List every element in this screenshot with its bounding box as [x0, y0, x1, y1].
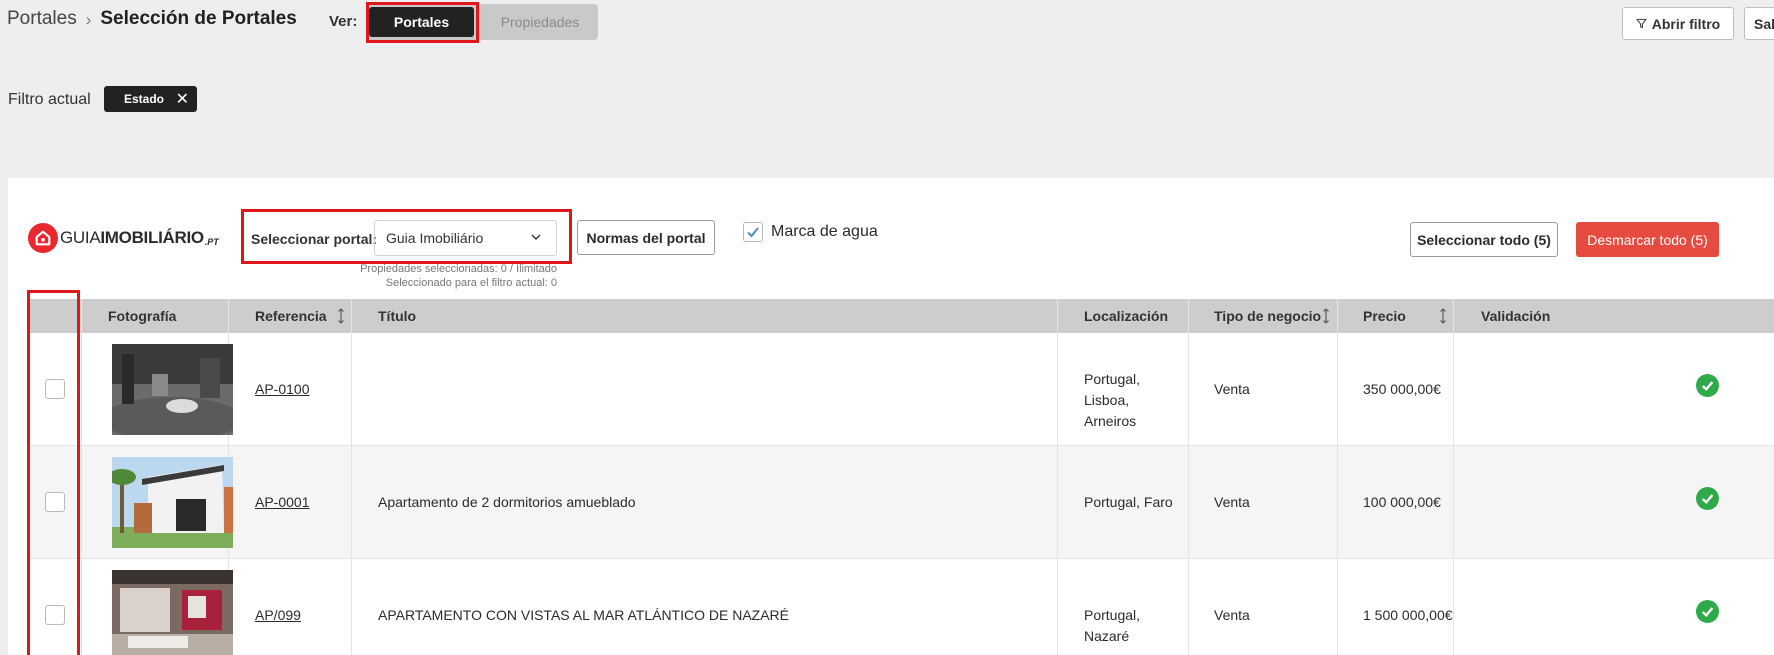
valid-check-icon	[1696, 600, 1719, 623]
valid-check-icon	[1696, 374, 1719, 397]
portal-rules-button[interactable]: Normas del portal	[577, 220, 715, 255]
watermark-label: Marca de agua	[771, 223, 878, 240]
house-icon	[28, 223, 58, 253]
breadcrumb: Portales › Selección de Portales	[7, 8, 297, 30]
sort-icon[interactable]	[1439, 308, 1447, 324]
column-validation: Validación	[1481, 308, 1551, 324]
top-bar: Portales › Selección de Portales Ver: Po…	[0, 0, 1774, 50]
open-filter-label: Abrir filtro	[1651, 15, 1721, 32]
column-price[interactable]: Precio	[1363, 299, 1406, 333]
property-title: APARTAMENTO CON VISTAS AL MAR ATLÁNTICO …	[378, 607, 790, 623]
sort-icon[interactable]	[1322, 308, 1330, 324]
logo-tld: .PT	[204, 237, 219, 247]
property-price: 100 000,00€	[1363, 494, 1441, 510]
view-option-portales[interactable]: Portales	[369, 7, 474, 37]
watermark-checkbox[interactable]	[743, 222, 763, 242]
view-toggle: Portales Propiedades	[367, 4, 598, 40]
property-reference-link[interactable]: AP/099	[255, 605, 301, 626]
select-all-button[interactable]: Seleccionar todo (5)	[1410, 222, 1558, 257]
property-title: Apartamento de 2 dormitorios amueblado	[378, 494, 636, 510]
column-location: Localización	[1084, 308, 1169, 324]
property-photo[interactable]	[112, 457, 233, 548]
watermark-toggle[interactable]: Marca de agua	[743, 222, 878, 242]
logo-prefix: GUIA	[60, 228, 101, 247]
sort-icon[interactable]	[337, 308, 345, 324]
open-filter-button[interactable]: Abrir filtro	[1622, 7, 1734, 40]
row-checkbox[interactable]	[45, 492, 65, 512]
table-row: AP-0001 Apartamento de 2 dormitorios amu…	[28, 446, 1774, 559]
property-reference-link[interactable]: AP-0100	[255, 379, 309, 400]
column-photo: Fotografía	[108, 308, 177, 324]
property-reference-link[interactable]: AP-0001	[255, 492, 309, 513]
filter-icon	[1636, 18, 1647, 29]
property-photo[interactable]	[112, 344, 233, 435]
select-portal-label: Seleccionar portal:	[251, 231, 378, 247]
property-business-type: Venta	[1214, 607, 1250, 623]
property-price: 1 500 000,00€	[1363, 607, 1453, 623]
view-label: Ver:	[329, 13, 358, 30]
property-business-type: Venta	[1214, 494, 1250, 510]
filter-selection-note: Seleccionado para el filtro actual: 0	[385, 277, 557, 289]
valid-check-icon	[1696, 487, 1719, 510]
chevron-right-icon: ›	[85, 10, 92, 29]
table-row: AP-0100 Portugal, Lisboa, Arneiros Venta…	[28, 333, 1774, 446]
view-option-propiedades[interactable]: Propiedades	[487, 7, 593, 37]
table-row: AP/099 APARTAMENTO CON VISTAS AL MAR ATL…	[28, 559, 1774, 655]
check-icon	[747, 227, 759, 238]
exit-button[interactable]: Salir	[1744, 7, 1774, 40]
property-photo[interactable]	[112, 570, 233, 655]
row-checkbox[interactable]	[45, 605, 65, 625]
portal-panel: GUIAIMOBILIÁRIO .PT Seleccionar portal: …	[8, 178, 1774, 655]
column-business-type[interactable]: Tipo de negocio	[1214, 299, 1321, 333]
property-location: Portugal, Faro	[1084, 494, 1173, 510]
deselect-all-button[interactable]: Desmarcar todo (5)	[1576, 222, 1719, 257]
page-title: Selección de Portales	[100, 8, 297, 29]
portal-select[interactable]: Guia Imobiliário	[374, 220, 557, 256]
property-business-type: Venta	[1214, 381, 1250, 397]
close-icon[interactable]: ✕	[176, 89, 189, 109]
property-location: Portugal, Lisboa, Arneiros	[1084, 371, 1141, 429]
logo-bold: IMOBILIÁRIO	[100, 228, 204, 247]
filter-chip-label: Estado	[124, 92, 165, 106]
table-header: Fotografía Referencia Título Localizació…	[28, 299, 1774, 333]
portal-select-value: Guia Imobiliário	[386, 230, 484, 246]
filter-chip-estado[interactable]: Estado ✕	[104, 86, 197, 112]
property-location: Portugal, Nazaré	[1084, 607, 1141, 644]
property-price: 350 000,00€	[1363, 381, 1441, 397]
chevron-down-icon	[531, 234, 541, 240]
breadcrumb-parent[interactable]: Portales	[7, 8, 77, 30]
row-checkbox[interactable]	[45, 379, 65, 399]
selected-properties-note: Propiedades seleccionadas: 0 / Ilimitado	[360, 263, 557, 275]
exit-label: Salir	[1754, 15, 1774, 32]
column-title: Título	[378, 308, 417, 324]
column-reference[interactable]: Referencia	[255, 299, 327, 333]
portal-logo: GUIAIMOBILIÁRIO .PT	[28, 223, 219, 253]
current-filter-label: Filtro actual	[8, 91, 91, 108]
